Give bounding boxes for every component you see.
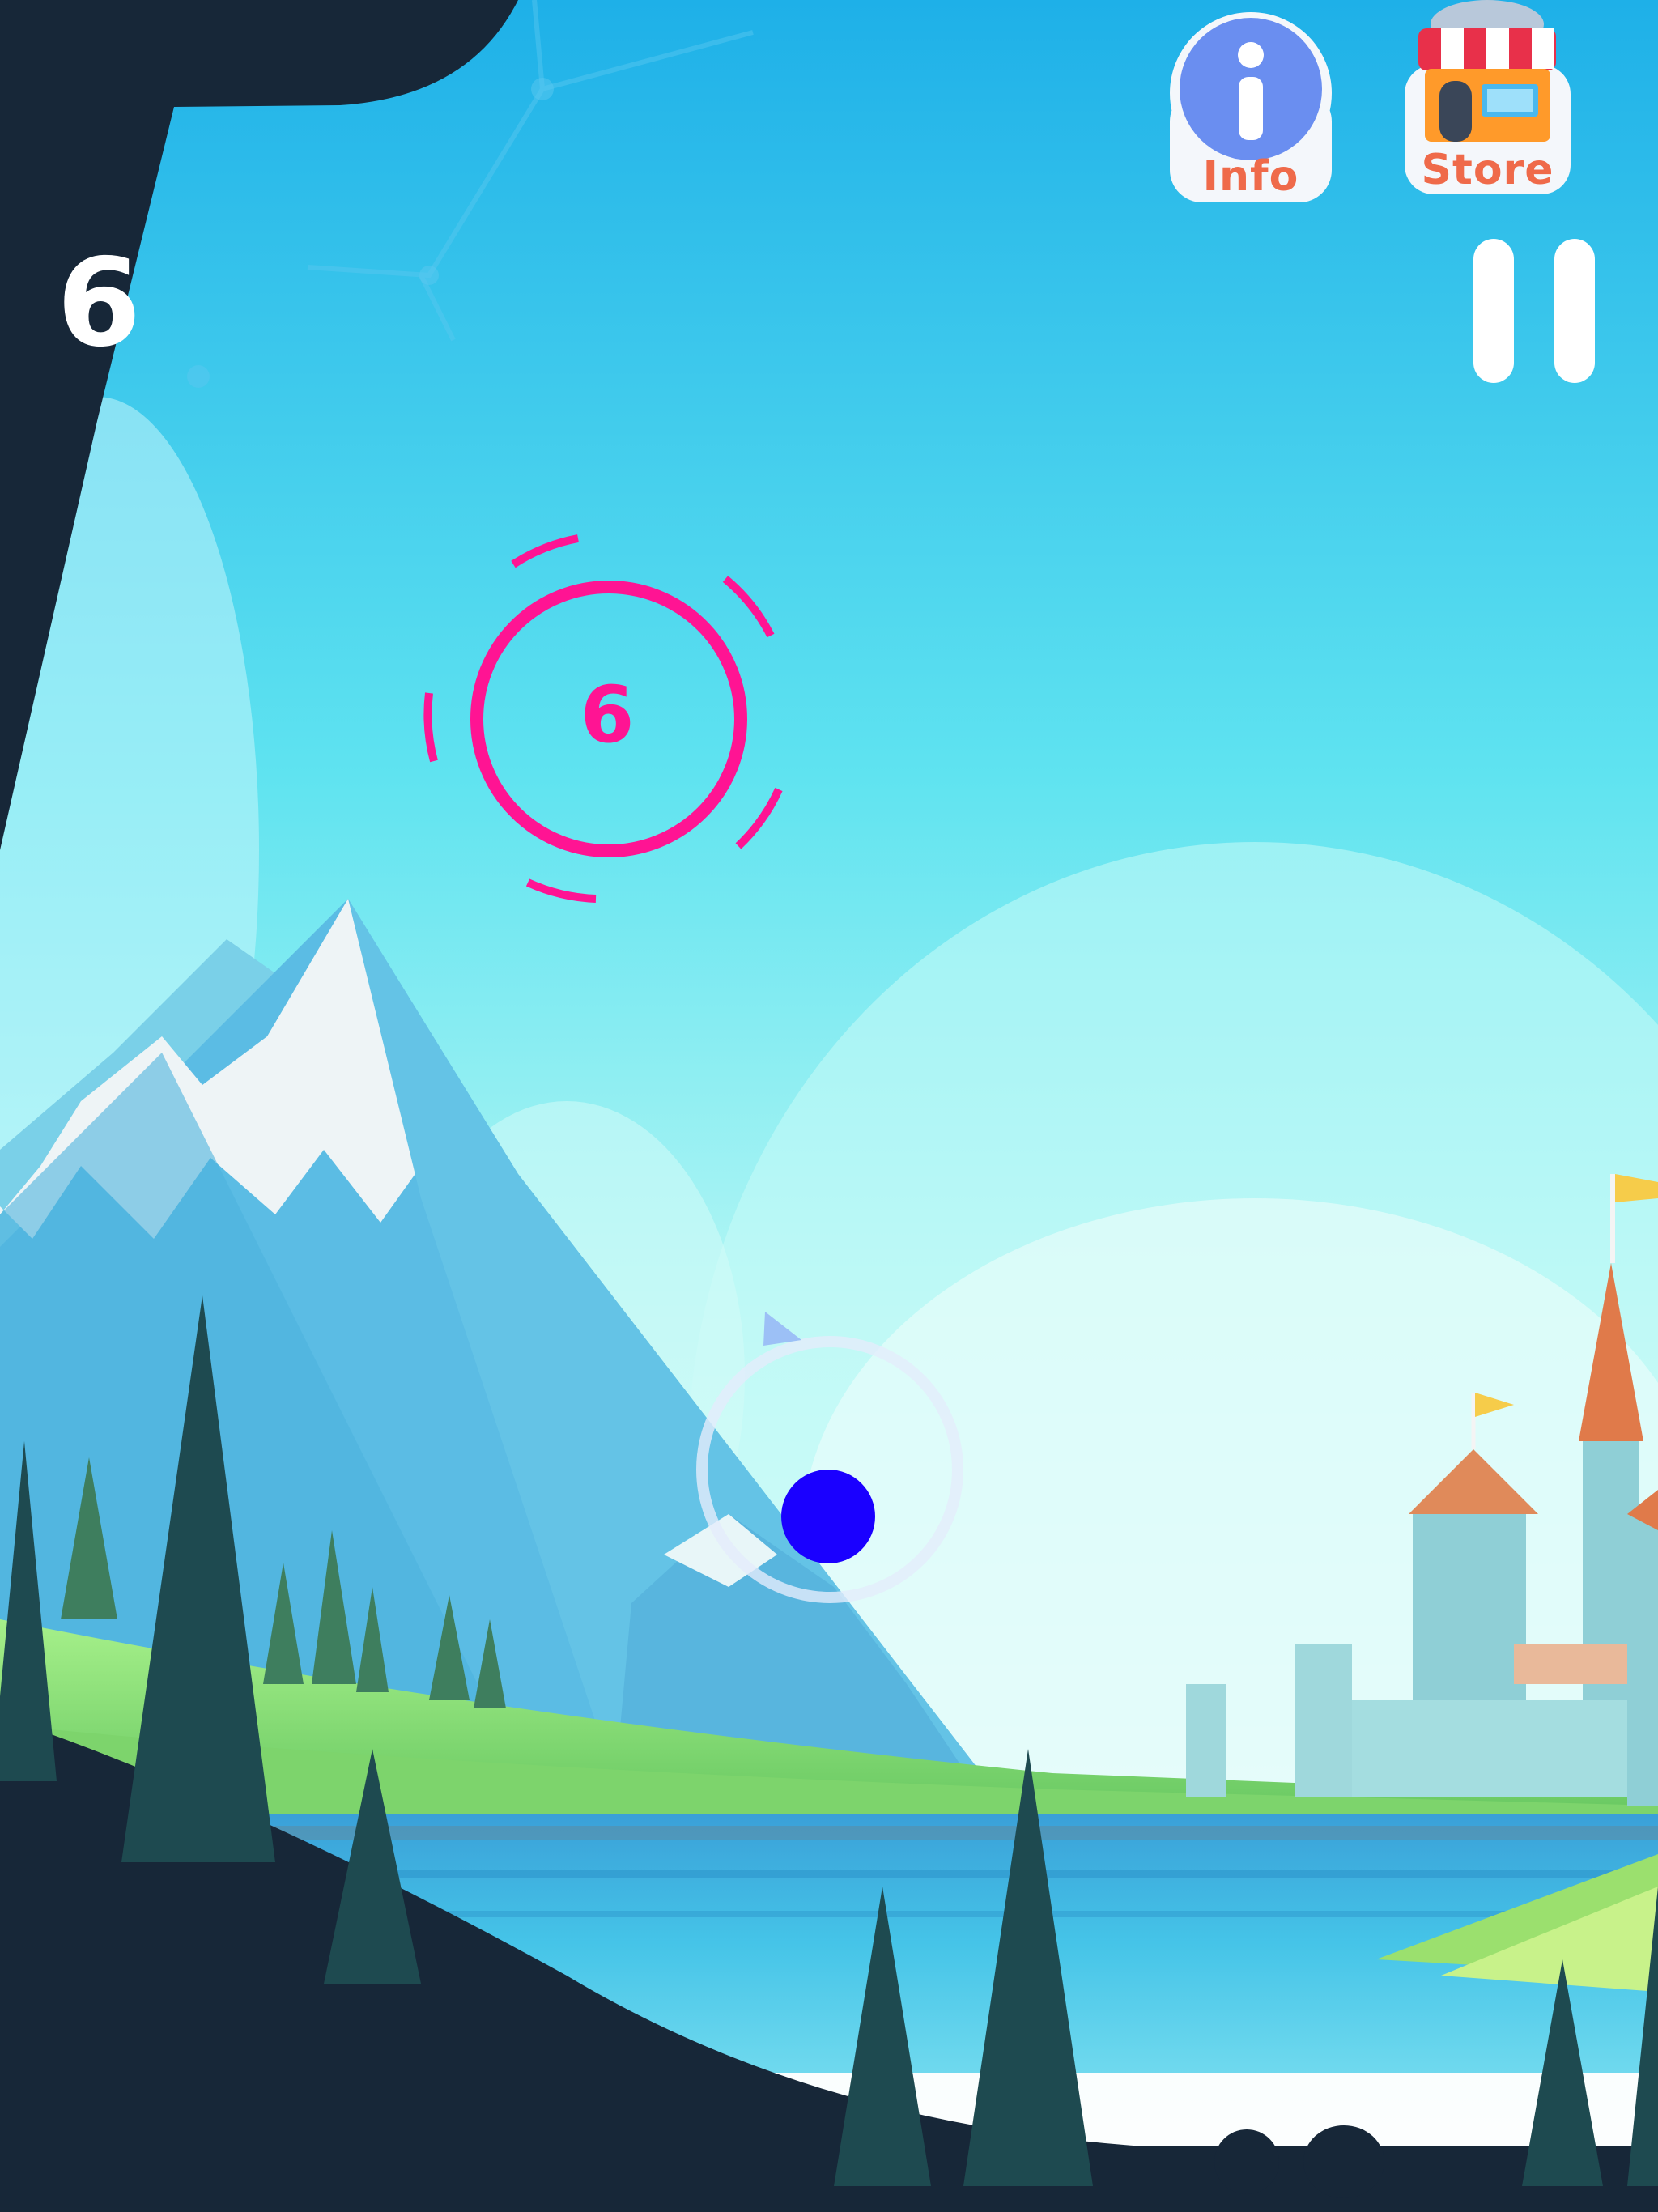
info-button[interactable]: Info [1166,8,1336,202]
aim-arrow-icon [763,1312,801,1346]
player-ball [781,1470,875,1563]
store-label: Store [1421,146,1554,194]
info-label: Info [1202,152,1299,201]
player[interactable] [684,1271,976,1611]
pause-icon [1473,239,1595,383]
pause-button[interactable] [1473,239,1595,385]
game-background [0,0,1658,2212]
target-number: 6 [580,670,635,760]
store-button[interactable]: Store [1401,0,1575,198]
score-counter: 6 [57,233,142,374]
